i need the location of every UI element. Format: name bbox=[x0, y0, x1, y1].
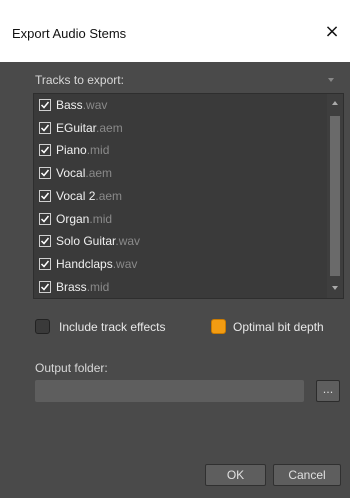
track-row[interactable]: Piano.mid bbox=[34, 141, 328, 160]
optimal-bit-depth-checkbox[interactable] bbox=[211, 319, 226, 334]
checkmark-icon bbox=[40, 237, 50, 245]
include-track-effects-label: Include track effects bbox=[59, 320, 166, 334]
checkmark-icon bbox=[40, 283, 50, 291]
track-row[interactable]: Organ.mid bbox=[34, 210, 328, 229]
track-name: Vocal 2.aem bbox=[56, 189, 122, 203]
browse-button[interactable]: ... bbox=[316, 380, 340, 402]
track-row[interactable]: Bass.wav bbox=[34, 96, 328, 115]
track-extension: .wav bbox=[82, 98, 108, 112]
track-extension: .aem bbox=[96, 120, 123, 135]
track-checkbox[interactable] bbox=[39, 257, 51, 270]
track-row[interactable]: Handclaps.wav bbox=[34, 255, 328, 274]
title-bar: Export Audio Stems × bbox=[0, 0, 350, 62]
chevron-down-icon[interactable] bbox=[328, 78, 334, 82]
track-basename: Organ bbox=[56, 211, 90, 226]
track-row[interactable]: Vocal 2.aem bbox=[34, 187, 328, 206]
track-checkbox[interactable] bbox=[39, 144, 51, 157]
track-row[interactable]: Brass.mid bbox=[34, 278, 328, 297]
track-row[interactable]: EGuitar.aem bbox=[34, 119, 328, 138]
cancel-button[interactable]: Cancel bbox=[273, 464, 341, 486]
tracks-list: Bass.wav EGuitar.aem Piano.mid Vocal.aem Voc… bbox=[33, 93, 344, 299]
tracks-list-viewport: Bass.wav EGuitar.aem Piano.mid Vocal.aem Voc… bbox=[34, 94, 328, 298]
track-extension: .mid bbox=[86, 279, 110, 294]
track-name: Piano.mid bbox=[56, 143, 109, 157]
track-checkbox[interactable] bbox=[39, 212, 51, 225]
track-basename: Brass bbox=[56, 279, 87, 294]
tracks-label: Tracks to export: bbox=[35, 73, 124, 87]
checkmark-icon bbox=[40, 169, 50, 177]
track-checkbox[interactable] bbox=[39, 189, 51, 202]
track-name: Organ.mid bbox=[56, 212, 112, 226]
dialog-title: Export Audio Stems bbox=[12, 26, 127, 41]
track-basename: Bass bbox=[56, 98, 83, 112]
checkmark-icon bbox=[40, 260, 50, 268]
optimal-bit-depth-label: Optimal bit depth bbox=[233, 320, 324, 334]
checkmark-icon bbox=[40, 101, 50, 109]
ok-button[interactable]: OK bbox=[205, 464, 266, 486]
track-checkbox[interactable] bbox=[39, 167, 51, 180]
checkmark-icon bbox=[40, 124, 50, 132]
track-row[interactable]: Vocal.aem bbox=[34, 164, 328, 183]
track-name: Bass.wav bbox=[56, 98, 107, 112]
export-audio-stems-dialog: Export Audio Stems × Tracks to export: B… bbox=[0, 0, 350, 498]
scrollbar-thumb[interactable] bbox=[330, 116, 340, 276]
checkmark-icon bbox=[40, 192, 50, 200]
track-extension: .wav bbox=[115, 234, 141, 249]
checkmark-icon bbox=[40, 215, 50, 223]
track-basename: EGuitar bbox=[56, 120, 97, 135]
checkmark-icon bbox=[40, 146, 50, 155]
track-name: Handclaps.wav bbox=[56, 257, 137, 271]
track-row[interactable]: Solo Guitar.wav bbox=[34, 232, 328, 251]
output-folder-label: Output folder: bbox=[35, 361, 108, 375]
track-name: EGuitar.aem bbox=[56, 121, 123, 135]
track-basename: Handclaps bbox=[56, 256, 113, 271]
track-basename: Vocal bbox=[56, 166, 86, 181]
track-basename: Piano bbox=[56, 143, 87, 158]
track-extension: .mid bbox=[86, 143, 110, 158]
track-checkbox[interactable] bbox=[39, 99, 51, 111]
track-basename: Solo Guitar bbox=[56, 234, 116, 249]
track-basename: Vocal 2 bbox=[56, 188, 96, 203]
track-checkbox[interactable] bbox=[39, 235, 51, 248]
tracks-scrollbar[interactable] bbox=[327, 94, 343, 298]
track-name: Solo Guitar.wav bbox=[56, 234, 140, 248]
include-track-effects-checkbox[interactable] bbox=[35, 319, 50, 334]
output-folder-field[interactable] bbox=[35, 380, 304, 402]
track-extension: .aem bbox=[85, 166, 113, 181]
close-icon[interactable]: × bbox=[320, 20, 344, 44]
track-extension: .aem bbox=[95, 188, 123, 203]
scroll-up-icon[interactable] bbox=[332, 101, 338, 105]
track-name: Brass.mid bbox=[56, 280, 109, 294]
track-checkbox[interactable] bbox=[39, 121, 51, 134]
track-extension: .mid bbox=[89, 211, 113, 226]
track-extension: .wav bbox=[112, 256, 138, 271]
scroll-down-icon[interactable] bbox=[332, 286, 338, 290]
track-checkbox[interactable] bbox=[39, 280, 51, 293]
track-name: Vocal.aem bbox=[56, 166, 112, 180]
